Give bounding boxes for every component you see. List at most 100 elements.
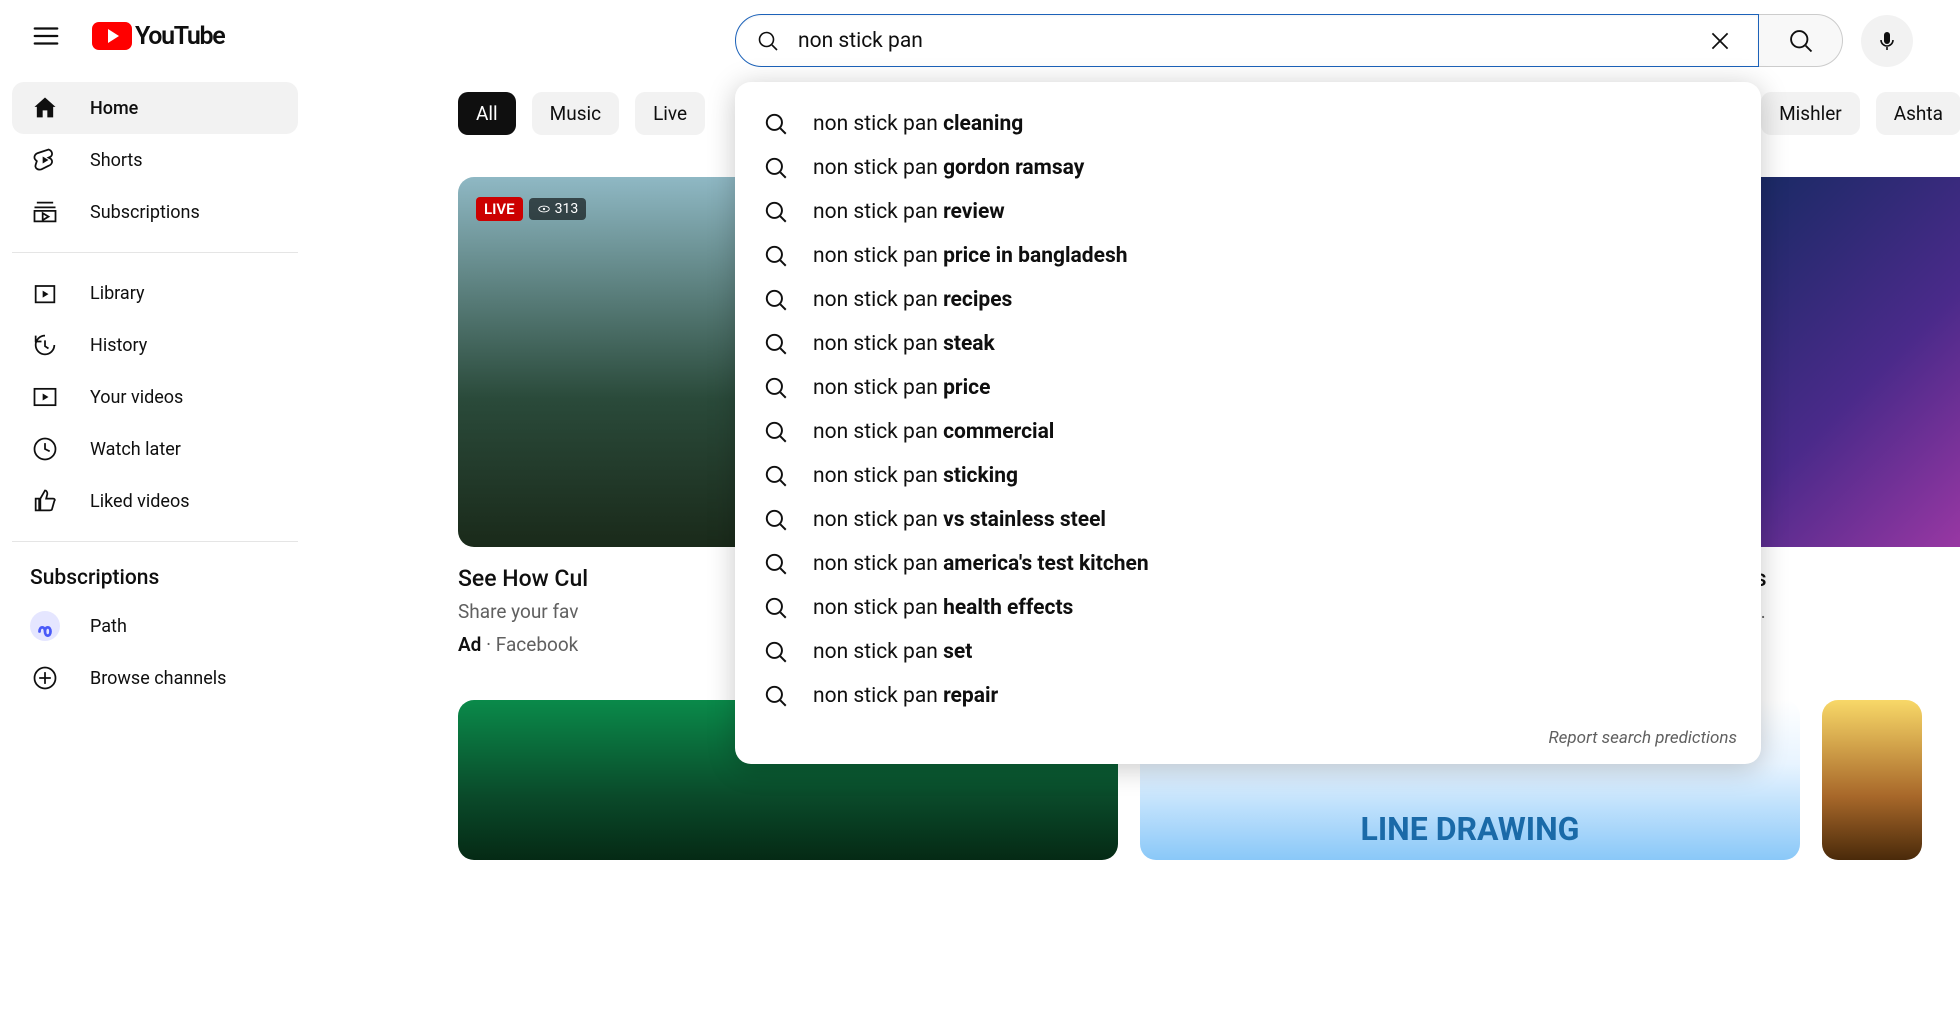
search-icon	[756, 29, 780, 53]
sidebar-divider	[12, 252, 298, 253]
sidebar-channel-path[interactable]: Path	[12, 600, 298, 652]
channel-avatar-icon	[30, 611, 60, 641]
subscriptions-icon	[30, 197, 60, 227]
clock-icon	[30, 434, 60, 464]
video-card[interactable]	[1822, 700, 1922, 860]
close-icon	[1707, 28, 1733, 54]
sidebar-item-label: Home	[90, 98, 138, 119]
sidebar-heading-subscriptions: Subscriptions	[12, 556, 298, 600]
chip-music[interactable]: Music	[532, 92, 619, 135]
report-predictions-link[interactable]: Report search predictions	[735, 718, 1761, 754]
search-icon	[763, 243, 789, 269]
voice-search-button[interactable]	[1861, 15, 1913, 67]
search-suggestion-item[interactable]: non stick pan sticking	[735, 454, 1761, 498]
search-icon	[763, 199, 789, 225]
sidebar: Home Shorts Subscriptions Library Histor…	[0, 72, 310, 714]
search-suggestion-item[interactable]: non stick pan cleaning	[735, 102, 1761, 146]
suggestion-text: non stick pan repair	[813, 684, 998, 708]
search-button[interactable]	[1759, 14, 1843, 67]
sidebar-item-your-videos[interactable]: Your videos	[12, 371, 298, 423]
suggestion-text: non stick pan review	[813, 200, 1005, 224]
search-suggestion-item[interactable]: non stick pan repair	[735, 674, 1761, 718]
search-icon	[763, 111, 789, 137]
suggestion-text: non stick pan set	[813, 640, 972, 664]
search-container	[735, 14, 1913, 67]
youtube-logo-mark	[92, 22, 132, 50]
search-suggestion-item[interactable]: non stick pan review	[735, 190, 1761, 234]
suggestion-text: non stick pan price in bangladesh	[813, 244, 1128, 268]
sidebar-item-label: Shorts	[90, 150, 143, 171]
sidebar-item-label: Library	[90, 283, 145, 304]
your-videos-icon	[30, 382, 60, 412]
search-suggestion-item[interactable]: non stick pan set	[735, 630, 1761, 674]
search-suggestion-item[interactable]: non stick pan gordon ramsay	[735, 146, 1761, 190]
sidebar-divider	[12, 541, 298, 542]
suggestion-text: non stick pan commercial	[813, 420, 1054, 444]
live-badge: LIVE 313	[476, 197, 586, 221]
sidebar-item-liked-videos[interactable]: Liked videos	[12, 475, 298, 527]
search-icon	[1787, 27, 1815, 55]
sidebar-item-label: Liked videos	[90, 491, 190, 512]
search-icon	[763, 683, 789, 709]
search-suggestion-item[interactable]: non stick pan vs stainless steel	[735, 498, 1761, 542]
search-box[interactable]	[735, 14, 1759, 67]
sidebar-item-label: Browse channels	[90, 668, 226, 689]
search-suggestions-dropdown: non stick pan cleaning non stick pan gord…	[735, 82, 1761, 764]
mic-icon	[1875, 29, 1899, 53]
search-icon	[763, 331, 789, 357]
sidebar-item-subscriptions[interactable]: Subscriptions	[12, 186, 298, 238]
suggestion-text: non stick pan cleaning	[813, 112, 1023, 136]
shorts-icon	[30, 145, 60, 175]
search-icon	[763, 419, 789, 445]
search-icon	[763, 639, 789, 665]
search-suggestion-item[interactable]: non stick pan health effects	[735, 586, 1761, 630]
chip-mishler[interactable]: Mishler	[1761, 92, 1860, 135]
sidebar-item-label: Subscriptions	[90, 202, 200, 223]
video-thumbnail[interactable]	[1822, 700, 1922, 860]
sidebar-item-label: History	[90, 335, 147, 356]
search-icon	[763, 463, 789, 489]
chip-all[interactable]: All	[458, 92, 516, 135]
search-icon	[763, 595, 789, 621]
suggestion-text: non stick pan health effects	[813, 596, 1073, 620]
search-icon	[763, 155, 789, 181]
eye-icon	[537, 202, 551, 216]
guide-menu-button[interactable]	[22, 12, 70, 60]
sidebar-item-label: Watch later	[90, 439, 181, 460]
library-icon	[30, 278, 60, 308]
sidebar-item-library[interactable]: Library	[12, 267, 298, 319]
search-suggestion-item[interactable]: non stick pan recipes	[735, 278, 1761, 322]
home-icon	[30, 93, 60, 123]
live-tag: LIVE	[476, 197, 523, 221]
search-suggestion-item[interactable]: non stick pan steak	[735, 322, 1761, 366]
search-suggestion-item[interactable]: non stick pan america's test kitchen	[735, 542, 1761, 586]
suggestion-text: non stick pan steak	[813, 332, 995, 356]
suggestion-text: non stick pan sticking	[813, 464, 1018, 488]
thumbnail-text: LINE DRAWING	[1361, 810, 1580, 848]
suggestion-text: non stick pan vs stainless steel	[813, 508, 1106, 532]
hamburger-icon	[31, 21, 61, 51]
history-icon	[30, 330, 60, 360]
search-suggestion-item[interactable]: non stick pan price in bangladesh	[735, 234, 1761, 278]
search-icon	[763, 375, 789, 401]
sidebar-item-history[interactable]: History	[12, 319, 298, 371]
search-suggestion-item[interactable]: non stick pan price	[735, 366, 1761, 410]
search-input[interactable]	[798, 29, 1702, 53]
suggestion-text: non stick pan price	[813, 376, 990, 400]
sidebar-item-home[interactable]: Home	[12, 82, 298, 134]
sidebar-item-browse-channels[interactable]: Browse channels	[12, 652, 298, 704]
clear-search-button[interactable]	[1702, 23, 1738, 59]
suggestion-text: non stick pan recipes	[813, 288, 1012, 312]
thumbs-up-icon	[30, 486, 60, 516]
suggestion-text: non stick pan gordon ramsay	[813, 156, 1084, 180]
sidebar-item-shorts[interactable]: Shorts	[12, 134, 298, 186]
sidebar-item-watch-later[interactable]: Watch later	[12, 423, 298, 475]
search-icon	[763, 507, 789, 533]
chip-ashta[interactable]: Ashta	[1876, 92, 1960, 135]
search-suggestion-item[interactable]: non stick pan commercial	[735, 410, 1761, 454]
live-viewer-count: 313	[529, 198, 587, 220]
plus-circle-icon	[30, 663, 60, 693]
youtube-logo[interactable]: YouTube	[92, 22, 224, 51]
chip-live[interactable]: Live	[635, 92, 705, 135]
sidebar-item-label: Your videos	[90, 387, 183, 408]
